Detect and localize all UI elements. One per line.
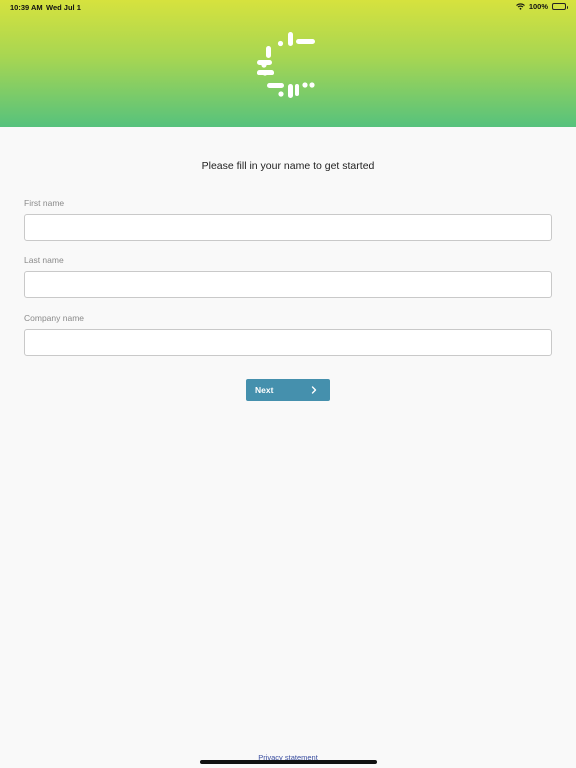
next-button[interactable]: Next bbox=[246, 379, 330, 401]
battery-icon bbox=[552, 3, 568, 10]
company-name-input[interactable] bbox=[24, 329, 552, 356]
header-banner: 10:39 AM Wed Jul 1 100% bbox=[0, 0, 576, 127]
first-name-label: First name bbox=[24, 198, 65, 208]
onboarding-screen: 10:39 AM Wed Jul 1 100% Please fill in y… bbox=[0, 0, 576, 768]
last-name-input[interactable] bbox=[24, 271, 552, 298]
status-time: 10:39 AM bbox=[10, 3, 43, 12]
battery-percent: 100% bbox=[528, 2, 548, 11]
next-button-label: Next bbox=[255, 385, 274, 395]
status-bar: 10:39 AM Wed Jul 1 100% bbox=[0, 0, 576, 14]
dotted-c-logo-icon bbox=[257, 32, 315, 98]
status-right: 100% bbox=[515, 2, 568, 11]
company-name-label: Company name bbox=[24, 313, 85, 323]
home-indicator bbox=[200, 760, 377, 764]
chevron-right-icon bbox=[311, 386, 317, 394]
wifi-icon bbox=[515, 3, 525, 10]
form-prompt: Please fill in your name to get started bbox=[201, 160, 375, 172]
last-name-label: Last name bbox=[24, 255, 64, 265]
first-name-input[interactable] bbox=[24, 214, 552, 241]
status-date: Wed Jul 1 bbox=[46, 3, 81, 12]
